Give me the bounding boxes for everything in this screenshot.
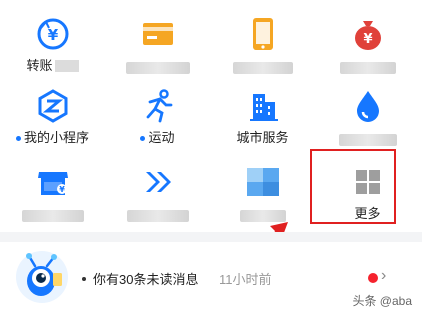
message-summary: 你有30条未读消息 (82, 269, 198, 288)
building-icon (245, 88, 281, 124)
svg-text:¥: ¥ (47, 26, 58, 44)
grid-item-transfer[interactable]: ¥ 转账 (0, 8, 105, 78)
mini-programs-label: 我的小程序 (23, 130, 89, 145)
grid-label: 我的小程序 (15, 130, 89, 146)
blurred-label (339, 62, 396, 74)
grid-item-phone[interactable] (210, 8, 315, 78)
svg-text:¥: ¥ (363, 32, 372, 47)
square-blocks-icon (245, 164, 281, 200)
grid-item-mini-programs[interactable]: 我的小程序 (0, 80, 105, 150)
ant-mascot-icon (16, 251, 68, 303)
phone-icon (245, 16, 281, 52)
unread-message-text: 你有30条未读消息 (93, 272, 199, 287)
grid-item-bank-card[interactable] (105, 8, 210, 78)
blurred-text (54, 60, 79, 72)
grid-label: 转账 (26, 58, 79, 74)
grid-label: 运动 (140, 130, 175, 146)
water-drop-icon (350, 88, 386, 124)
grid-item-forward[interactable] (105, 156, 210, 226)
blurred-label (125, 62, 190, 74)
sports-label: 运动 (148, 130, 175, 145)
message-time: 11小时前 (219, 272, 272, 287)
double-chevron-icon (140, 164, 176, 200)
transfer-icon: ¥ (35, 16, 71, 52)
svg-text:¥: ¥ (59, 185, 65, 194)
blurred-label (21, 210, 84, 222)
grid-item-money-bag[interactable]: ¥ (315, 8, 420, 78)
blurred-label (338, 134, 397, 146)
store-icon: ¥ (35, 164, 71, 200)
transfer-label: 转账 (26, 58, 53, 73)
blurred-label (232, 62, 293, 74)
grid-item-city-services[interactable]: 城市服务 (210, 80, 315, 150)
blurred-label (126, 210, 189, 222)
mini-program-icon (35, 88, 71, 124)
grid-item-store[interactable]: ¥ (0, 156, 105, 226)
city-services-label: 城市服务 (236, 130, 289, 145)
grid-label: 城市服务 (236, 130, 288, 146)
watermark: 头条 @aba (352, 294, 412, 308)
chevron-right-icon[interactable]: › (381, 267, 386, 285)
highlight-box (310, 149, 396, 224)
unread-dot (368, 273, 378, 283)
card-icon (140, 16, 176, 52)
money-bag-icon: ¥ (350, 16, 386, 52)
bullet-icon (82, 276, 86, 281)
grid-item-sports[interactable]: 运动 (105, 80, 210, 150)
new-dot (15, 135, 21, 141)
running-icon (140, 88, 176, 124)
section-divider (0, 232, 422, 242)
grid-item-water[interactable] (315, 80, 420, 150)
new-dot (140, 135, 146, 141)
